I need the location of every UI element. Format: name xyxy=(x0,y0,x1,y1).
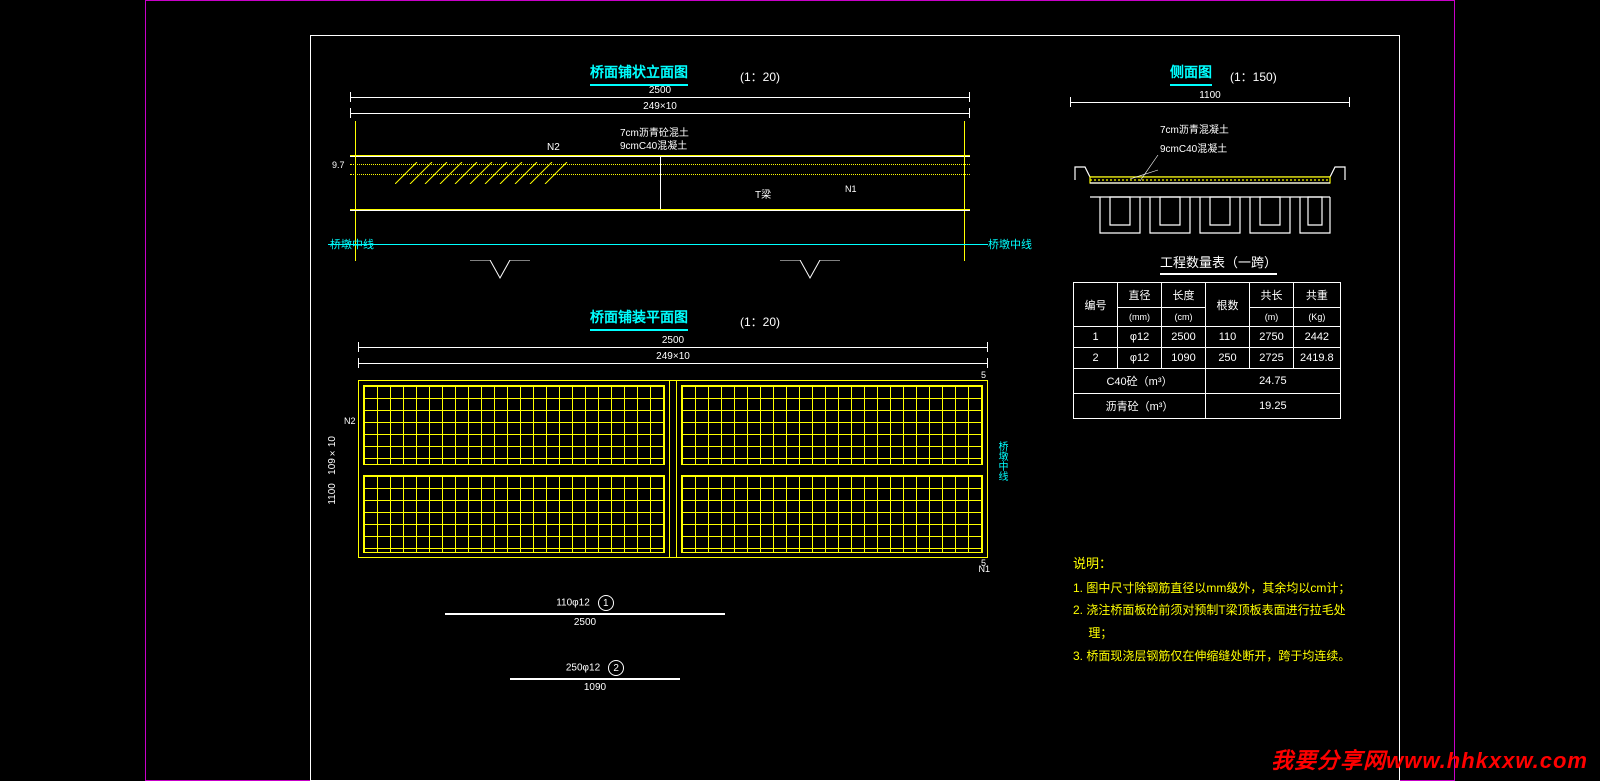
plan-scale: (1：20) xyxy=(740,313,780,330)
side-asphalt: 7cm沥青混凝土 xyxy=(1160,121,1440,136)
th-no: 编号 xyxy=(1074,283,1118,327)
elevation-view: 2500 249×10 7cm沥青砼混土 9cmC40混凝土 N2 9.7 T梁… xyxy=(350,90,970,280)
table-row: 沥青砼（m³） 19.25 xyxy=(1074,394,1341,419)
table-row: 2 φ12 1090 250 2725 2419.8 xyxy=(1074,348,1341,369)
elev-left-dim: 9.7 xyxy=(332,160,345,170)
elevation-scale: (1：20) xyxy=(740,68,780,85)
beam-break-1 xyxy=(470,260,530,280)
plan-left-total: 1100 xyxy=(327,483,338,505)
plan-dim-spacing: 249×10 xyxy=(358,351,988,362)
watermark: 我要分享网www.hhkxxw.com xyxy=(1271,743,1588,775)
side-title: 侧面图 xyxy=(1170,62,1212,86)
elev-layer-c40: 9cmC40混凝土 xyxy=(620,137,687,152)
elev-dim-total: 2500 xyxy=(350,85,970,96)
th-len: 长度 xyxy=(1162,283,1206,308)
side-view: 1100 7cm沥青混凝土 9cmC40混凝土 xyxy=(1070,95,1350,250)
plan-n2: N2 xyxy=(344,416,356,426)
elev-n2: N2 xyxy=(547,142,560,153)
th-wt: 共重 xyxy=(1294,283,1341,308)
plan-cl-label: 桥墩中线 xyxy=(994,441,1009,481)
elev-ground-line xyxy=(328,244,988,245)
th-qty: 根数 xyxy=(1206,283,1250,327)
plan-view: 2500 249×10 5 1100 109×10 桥墩中线 N2 5 N1 xyxy=(358,340,988,568)
beam-break-2 xyxy=(780,260,840,280)
plan-left-spacing: 109×10 xyxy=(327,436,338,475)
bar-callout-2: 250φ122 1090 xyxy=(510,660,680,695)
plan-edge-5-bot: 5 xyxy=(358,558,988,568)
elev-n1: N1 xyxy=(845,184,857,194)
note-1: 1. 图中尺寸除钢筋直径以mm级外，其余均以cm计； xyxy=(1073,577,1383,600)
note-3: 3. 桥面现浇层钢筋仅在伸缩缝处断开，跨于均连续。 xyxy=(1073,645,1383,668)
th-tot: 共长 xyxy=(1250,283,1294,308)
plan-title: 桥面铺装平面图 xyxy=(590,307,688,331)
elev-dim-spacing: 249×10 xyxy=(350,101,970,112)
table-title: 工程数量表（一跨） xyxy=(1160,252,1277,275)
bar1-len: 2500 xyxy=(445,617,725,628)
elev-cl-label-right: 桥墩中线 xyxy=(988,236,1032,252)
plan-n1: N1 xyxy=(978,564,990,574)
side-section xyxy=(1070,155,1350,250)
notes-title: 说明： xyxy=(1073,552,1383,577)
bar2-len: 1090 xyxy=(510,682,680,693)
asphalt-val: 19.25 xyxy=(1206,394,1341,419)
table-row: 1 φ12 2500 110 2750 2442 xyxy=(1074,327,1341,348)
elev-tbeam-label: T梁 xyxy=(755,186,771,201)
plan-center-gap xyxy=(669,381,677,557)
plan-edge-5-top: 5 xyxy=(358,370,988,380)
bar-num-1: 1 xyxy=(598,595,614,611)
note-2b: 理； xyxy=(1073,622,1383,645)
plan-rebar-grid: 1100 109×10 桥墩中线 N2 xyxy=(358,380,988,558)
bar-num-2: 2 xyxy=(608,660,624,676)
table-row: 编号 直径 长度 根数 共长 共重 xyxy=(1074,283,1341,308)
asphalt-label: 沥青砼（m³） xyxy=(1074,394,1206,419)
notes-block: 说明： 1. 图中尺寸除钢筋直径以mm级外，其余均以cm计； 2. 浇注桥面板砼… xyxy=(1073,552,1383,668)
c40-val: 24.75 xyxy=(1206,369,1341,394)
elevation-title: 桥面铺状立面图 xyxy=(590,62,688,86)
side-scale: (1：150) xyxy=(1230,68,1277,85)
bar-callout-1: 110φ121 2500 xyxy=(445,595,725,630)
plan-dim-total: 2500 xyxy=(358,335,988,346)
table-row: C40砼（m³） 24.75 xyxy=(1074,369,1341,394)
elev-centerline xyxy=(660,156,661,209)
c40-label: C40砼（m³） xyxy=(1074,369,1206,394)
side-width: 1100 xyxy=(1070,90,1350,101)
note-2: 2. 浇注桥面板砼前须对预制T梁顶板表面进行拉毛处 xyxy=(1073,599,1383,622)
side-c40: 9cmC40混凝土 xyxy=(1160,140,1440,155)
quantity-table: 编号 直径 长度 根数 共长 共重 (mm) (cm) (m) (Kg) 1 φ… xyxy=(1073,282,1341,419)
th-dia: 直径 xyxy=(1118,283,1162,308)
